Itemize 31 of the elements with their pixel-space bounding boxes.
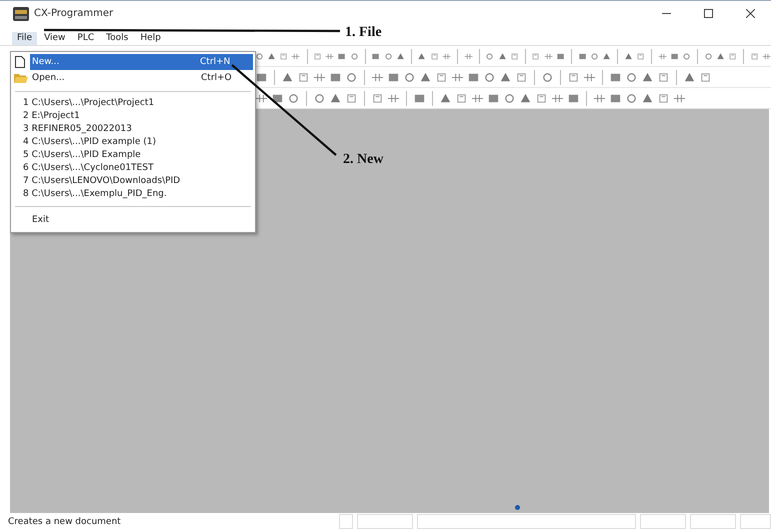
annotation-label: 1. File (345, 25, 382, 41)
menu-entry[interactable]: 1 C:\Users\...\Project\Project1 (11, 97, 255, 110)
menu-entry[interactable]: 7 C:\Users\LENOVO\Downloads\PID (11, 175, 255, 188)
folder-icon (14, 73, 28, 84)
cursor-dot (515, 505, 520, 510)
annotation-label: 2. New (343, 152, 384, 168)
window-title: CX-Programmer (34, 8, 114, 19)
menu-entry[interactable]: New... Ctrl+N (30, 54, 253, 70)
menu-entry[interactable]: Exit (11, 212, 255, 228)
menu-entry[interactable]: 8 C:\Users\...\Exemplu_PID_Eng. (11, 188, 255, 201)
status-panel (356, 514, 413, 529)
menu-item[interactable]: File (12, 32, 38, 44)
menu-item[interactable]: Tools (101, 32, 134, 44)
menu-item[interactable]: Help (135, 32, 166, 44)
page-icon (15, 56, 25, 68)
menu-entry[interactable]: 5 C:\Users\...\PID Example (11, 149, 255, 162)
status-panel (640, 514, 686, 529)
status-panel (740, 514, 771, 529)
close-icon[interactable] (746, 9, 755, 18)
maximize-icon[interactable] (704, 9, 713, 18)
menu-entry[interactable]: 6 C:\Users\...\Cyclone01TEST (11, 162, 255, 175)
status-panel (339, 514, 353, 529)
menu-entry[interactable]: 3 REFINER05_20022013 (11, 123, 255, 136)
app-logo-icon (13, 6, 29, 20)
menu-entry[interactable]: Open... Ctrl+O (11, 70, 255, 86)
menu-entry[interactable]: 4 C:\Users\...\PID example (1) (11, 136, 255, 149)
menu-item[interactable]: View (39, 32, 70, 44)
status-panel (690, 514, 736, 529)
status-message: Creates a new document (8, 516, 122, 526)
menu-item[interactable]: PLC (72, 32, 100, 44)
menu-entry[interactable]: 2 E:\Project1 (11, 110, 255, 123)
